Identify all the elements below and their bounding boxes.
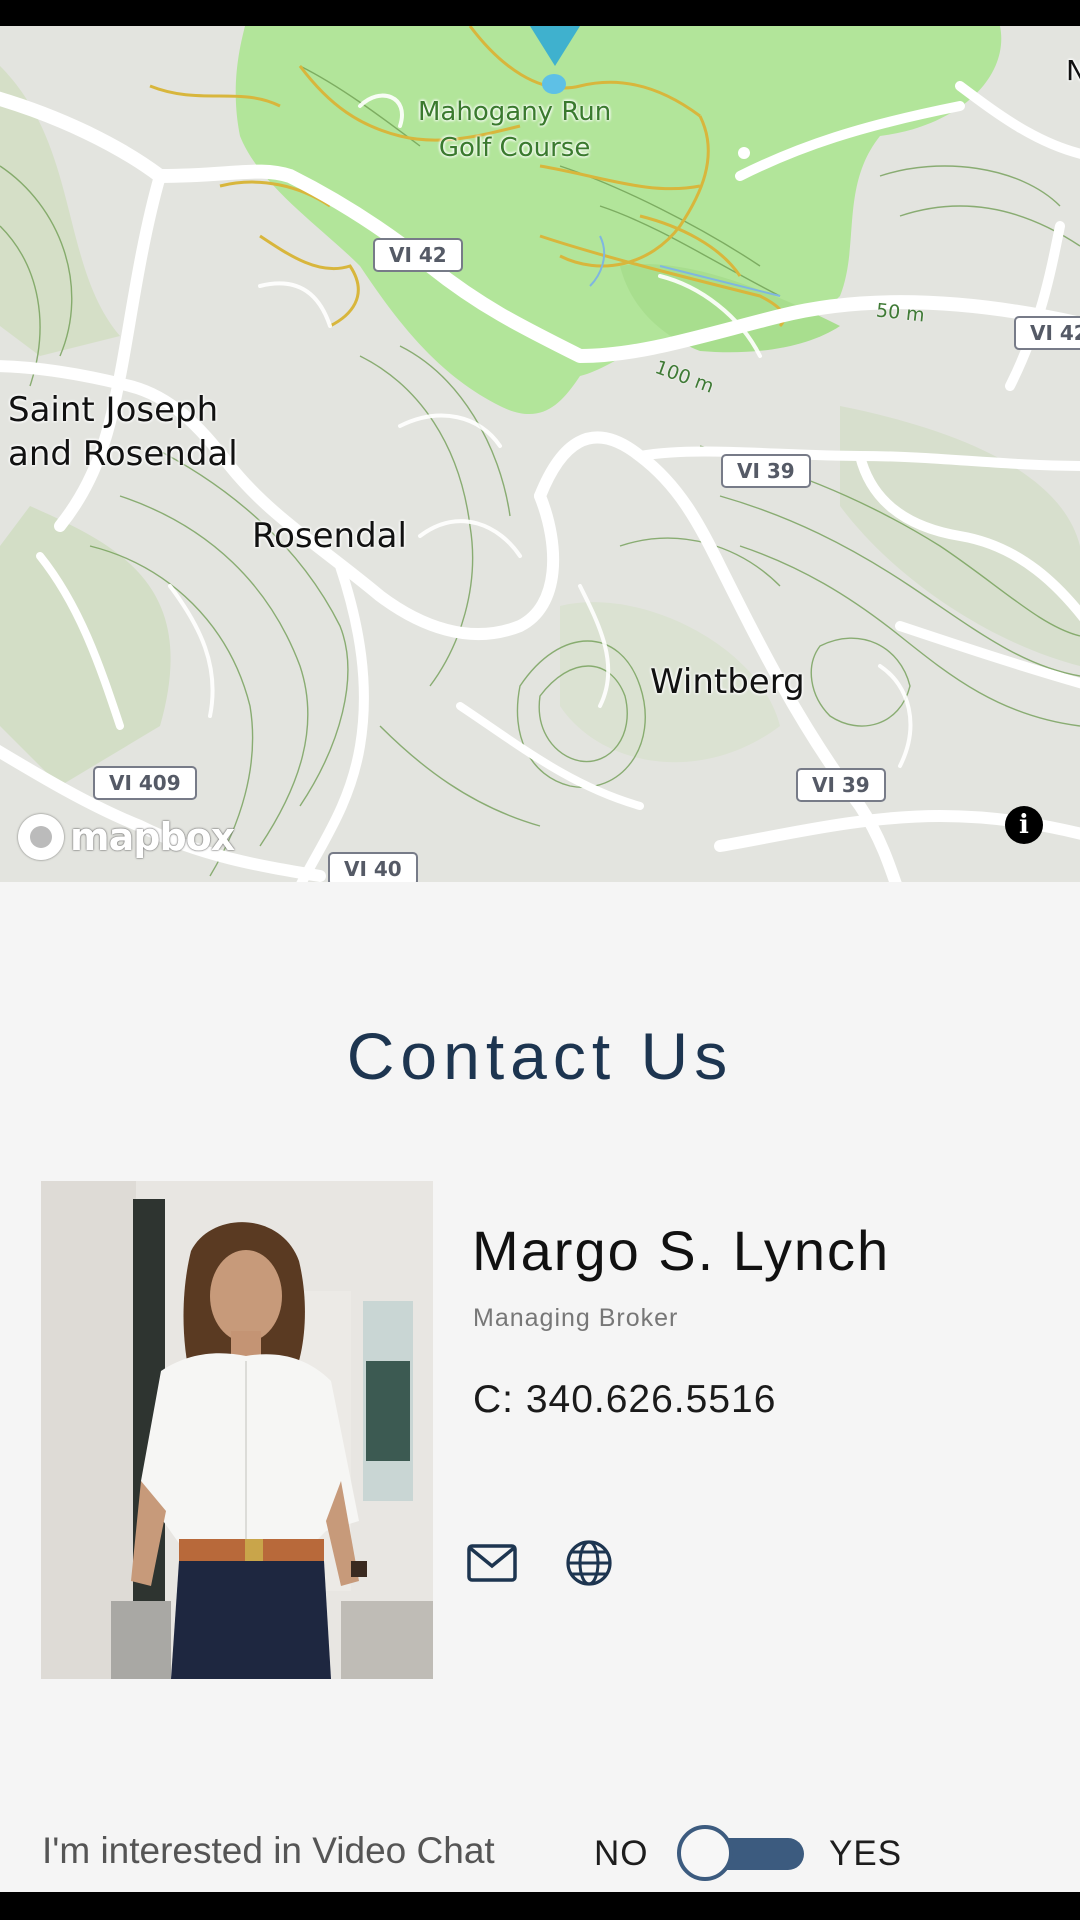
video-chat-row: I'm interested in Video Chat NO YES (0, 1820, 1080, 1886)
road-shield-vi42-edge: VI 42 (1014, 316, 1080, 350)
agent-phone[interactable]: C: 340.626.5516 (473, 1378, 776, 1422)
video-chat-label: I'm interested in Video Chat (42, 1830, 495, 1871)
website-button[interactable] (562, 1536, 616, 1590)
email-button[interactable] (465, 1536, 519, 1590)
saint-joseph-line2: and Rosendal (8, 434, 238, 474)
golf-label-line1: Mahogany Run (418, 97, 612, 127)
road-shield-vi409: VI 409 (93, 766, 197, 800)
mapbox-logo-text: mapbox (70, 815, 235, 859)
agent-photo (41, 1181, 433, 1679)
place-label-edge: N (1066, 54, 1080, 87)
road-shield-vi39: VI 39 (721, 454, 811, 488)
place-label-golf: Mahogany Run Golf Course (418, 94, 611, 166)
toggle-yes-label: YES (829, 1834, 903, 1873)
toggle-knob[interactable] (677, 1825, 733, 1881)
map-view[interactable]: Mahogany Run Golf Course Saint Joseph an… (0, 26, 1080, 882)
agent-photo-illustration (41, 1181, 433, 1679)
road-shield-vi42: VI 42 (373, 238, 463, 272)
mapbox-logo-icon (18, 814, 64, 860)
golf-label-line2: Golf Course (438, 133, 591, 163)
place-label-rosendal: Rosendal (252, 516, 407, 556)
road-shield-vi39-south: VI 39 (796, 768, 886, 802)
contact-title: Contact Us (346, 1019, 734, 1093)
envelope-icon (467, 1544, 517, 1582)
video-chat-toggle[interactable] (676, 1824, 806, 1882)
place-label-saint-joseph: Saint Joseph and Rosendal (8, 388, 238, 476)
map-info-icon[interactable]: i (1005, 806, 1043, 844)
toggle-no-label: NO (594, 1834, 649, 1873)
agent-name: Margo S. Lynch (472, 1219, 891, 1282)
place-label-wintberg: Wintberg (650, 662, 805, 702)
road-shield-vi40: VI 40 (328, 852, 418, 882)
status-bar (0, 0, 1080, 26)
agent-role: Managing Broker (473, 1304, 679, 1332)
mapbox-logo[interactable]: mapbox (18, 814, 235, 860)
globe-icon (566, 1540, 612, 1586)
bottom-bar (0, 1892, 1080, 1920)
saint-joseph-line1: Saint Joseph (8, 390, 219, 430)
